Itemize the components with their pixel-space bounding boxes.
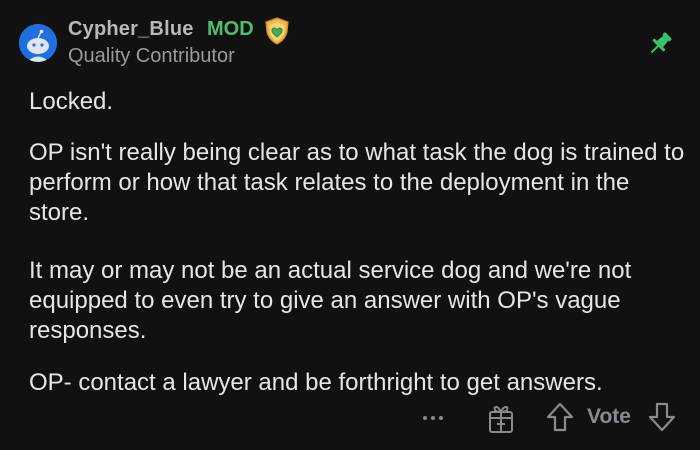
snoo-avatar-icon bbox=[19, 24, 57, 62]
comment-paragraph: It may or may not be an actual service d… bbox=[29, 257, 632, 344]
vote-count-label: Vote bbox=[587, 405, 631, 428]
gift-icon[interactable] bbox=[486, 401, 516, 435]
arrow-up-icon[interactable] bbox=[545, 401, 575, 433]
avatar[interactable] bbox=[19, 24, 57, 62]
mod-badge: MOD bbox=[207, 18, 254, 40]
pin-icon[interactable] bbox=[644, 28, 676, 60]
ellipsis-icon[interactable] bbox=[419, 404, 447, 432]
comment-paragraph: OP isn't really being clear as to what t… bbox=[29, 139, 685, 226]
author-username[interactable]: Cypher_Blue bbox=[68, 18, 194, 41]
user-flair: Quality Contributor bbox=[68, 45, 235, 67]
heart-shield-icon bbox=[265, 17, 289, 45]
comment-paragraph: Locked. bbox=[29, 88, 114, 115]
comment-card: Cypher_Blue MOD Quality Contributor Lock… bbox=[0, 0, 700, 450]
comment-paragraph: OP- contact a lawyer and be forthright t… bbox=[29, 369, 603, 396]
arrow-down-icon[interactable] bbox=[647, 401, 677, 433]
